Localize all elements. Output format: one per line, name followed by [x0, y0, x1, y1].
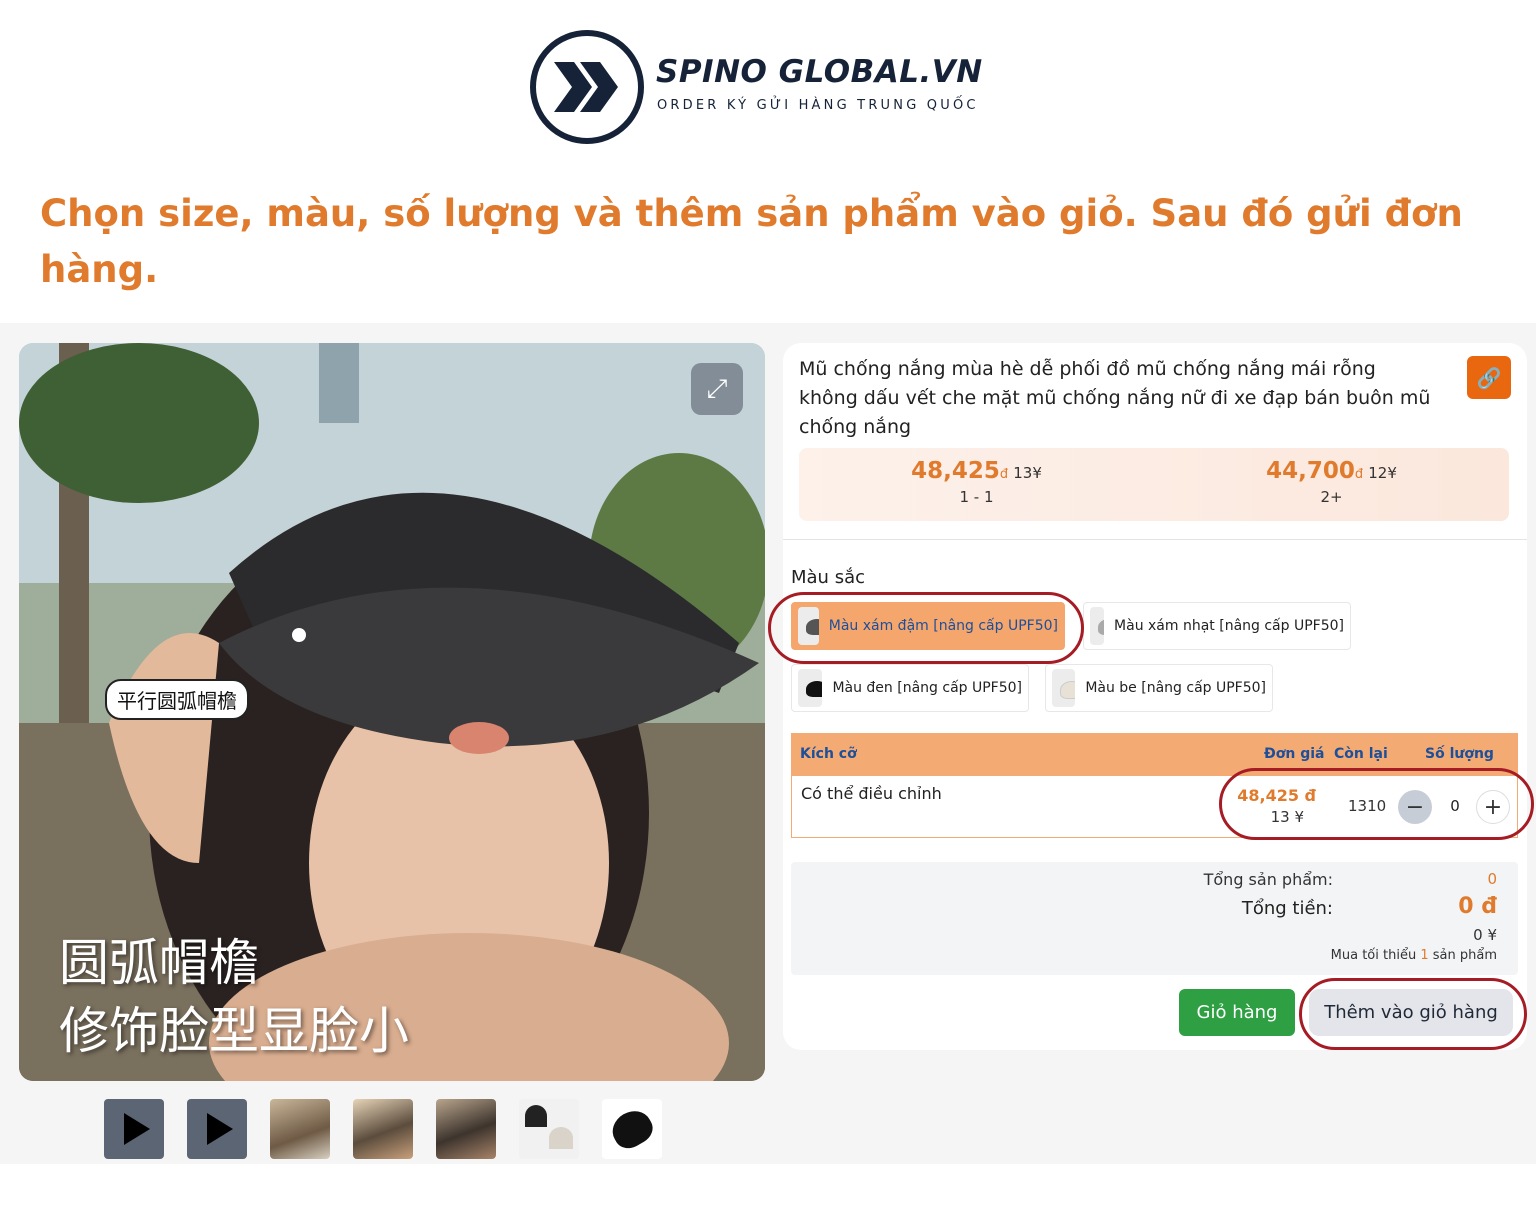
thumbnail-video[interactable]	[104, 1099, 164, 1159]
min-suffix: sản phẩm	[1432, 948, 1497, 963]
thumbnail-image[interactable]	[436, 1099, 496, 1159]
quantity-increase-button[interactable]: +	[1476, 790, 1510, 824]
header-qty: Số lượng	[1425, 746, 1494, 762]
header-stock: Còn lại	[1334, 746, 1388, 762]
quantity-decrease-button[interactable]: −	[1398, 790, 1432, 824]
tier-unit: đ	[1354, 467, 1364, 482]
color-option-beige[interactable]: Màu be [nâng cấp UPF50]	[1045, 664, 1273, 712]
total-money-value: 0 đ	[1458, 894, 1497, 919]
color-swatch	[1090, 607, 1105, 645]
color-swatch	[1052, 669, 1076, 707]
total-money-cny: 0 ¥	[1473, 926, 1497, 944]
product-title: Mũ chống nắng mùa hè dễ phối đồ mũ chống…	[799, 358, 1431, 438]
play-icon	[124, 1113, 150, 1145]
brand-tagline: ORDER KÝ GỬI HÀNG TRUNG QUỐC	[657, 98, 979, 113]
brand-name: SPINO GLOBAL.VN	[656, 54, 983, 90]
divider	[783, 539, 1527, 540]
thumbnail-image[interactable]	[270, 1099, 330, 1159]
quantity-input[interactable]: 0	[1440, 797, 1470, 815]
brand-logo: SPINO GLOBAL.VN ORDER KÝ GỬI HÀNG TRUNG …	[530, 30, 982, 146]
table-row: Có thể điều chỉnh 48,425 đ 13 ¥ 1310 − 0…	[791, 776, 1518, 838]
hat-icon	[606, 1104, 658, 1154]
thumbnail-strip	[104, 1099, 662, 1159]
color-option-label: Màu xám đậm [nâng cấp UPF50]	[828, 618, 1058, 634]
tier-unit: đ	[999, 467, 1009, 482]
expand-icon[interactable]: ⤢	[691, 363, 743, 415]
price-tiers: 48,425đ 13¥ 1 - 1 44,700đ 12¥ 2+	[799, 448, 1509, 521]
image-caption-line2: 修饰脸型显脸小	[59, 1002, 409, 1060]
color-option-label: Màu xám nhạt [nâng cấp UPF50]	[1114, 618, 1344, 634]
tier-range: 1 - 1	[959, 488, 994, 506]
total-items-label: Tổng sản phẩm:	[1203, 870, 1333, 889]
tier-price-vnd: 44,700	[1266, 458, 1355, 484]
product-main-image[interactable]: ⤢ 平行圆弧帽檐 圆弧帽檐 修饰脸型显脸小	[19, 343, 765, 1081]
thumbnail-image[interactable]	[602, 1099, 662, 1159]
color-swatch	[798, 607, 819, 645]
price-tier: 44,700đ 12¥ 2+	[1154, 448, 1509, 521]
color-option-black[interactable]: Màu đen [nâng cấp UPF50]	[791, 664, 1029, 712]
image-caption-line1: 圆弧帽檐	[59, 934, 259, 992]
tier-range: 2+	[1320, 488, 1343, 506]
min-value: 1	[1420, 948, 1429, 963]
stock-remaining: 1310	[1348, 797, 1387, 815]
color-option-dark-grey[interactable]: Màu xám đậm [nâng cấp UPF50]	[791, 602, 1065, 650]
minimum-order-note: Mua tối thiểu 1 sản phẩm	[1241, 948, 1497, 963]
color-option-label: Màu be [nâng cấp UPF50]	[1085, 680, 1266, 696]
logo-mark-icon	[530, 30, 644, 144]
page: SPINO GLOBAL.VN ORDER KÝ GỬI HÀNG TRUNG …	[0, 0, 1536, 1224]
order-summary: Tổng sản phẩm: 0 Tổng tiền: 0 đ 0 ¥ Mua …	[791, 862, 1518, 975]
image-caption-label: 平行圆弧帽檐	[105, 679, 249, 720]
total-items-value: 0	[1487, 870, 1497, 888]
unit-price-cny: 13 ¥	[1270, 808, 1304, 826]
min-prefix: Mua tối thiểu	[1330, 948, 1417, 963]
tier-price-cny: 12¥	[1368, 464, 1397, 482]
size-value: Có thể điều chỉnh	[801, 784, 942, 803]
thumbnail-image[interactable]	[353, 1099, 413, 1159]
thumbnail-image[interactable]	[519, 1099, 579, 1159]
add-to-cart-button[interactable]: Thêm vào giỏ hàng	[1309, 989, 1513, 1036]
unit-price-vnd: 48,425 đ	[1237, 786, 1316, 805]
play-icon	[207, 1113, 233, 1145]
color-option-label: Màu đen [nâng cấp UPF50]	[832, 680, 1022, 696]
tier-price-cny: 13¥	[1013, 464, 1042, 482]
price-tier: 48,425đ 13¥ 1 - 1	[799, 448, 1154, 521]
cart-button[interactable]: Giỏ hàng	[1179, 989, 1295, 1036]
instruction-headline: Chọn size, màu, số lượng và thêm sản phẩ…	[40, 192, 1463, 291]
link-icon[interactable]: 🔗	[1467, 356, 1511, 399]
thumbnail-video[interactable]	[187, 1099, 247, 1159]
color-swatch	[798, 669, 823, 707]
color-label: Màu sắc	[791, 567, 865, 588]
color-option-light-grey[interactable]: Màu xám nhạt [nâng cấp UPF50]	[1083, 602, 1351, 650]
header-price: Đơn giá	[1264, 746, 1325, 762]
tier-price-vnd: 48,425	[911, 458, 1000, 484]
header-size: Kích cỡ	[800, 746, 857, 762]
total-money-label: Tổng tiền:	[1241, 898, 1333, 919]
product-card: Mũ chống nắng mùa hè dễ phối đồ mũ chống…	[783, 343, 1527, 1050]
size-table-header: Kích cỡ Đơn giá Còn lại Số lượng	[791, 733, 1518, 776]
